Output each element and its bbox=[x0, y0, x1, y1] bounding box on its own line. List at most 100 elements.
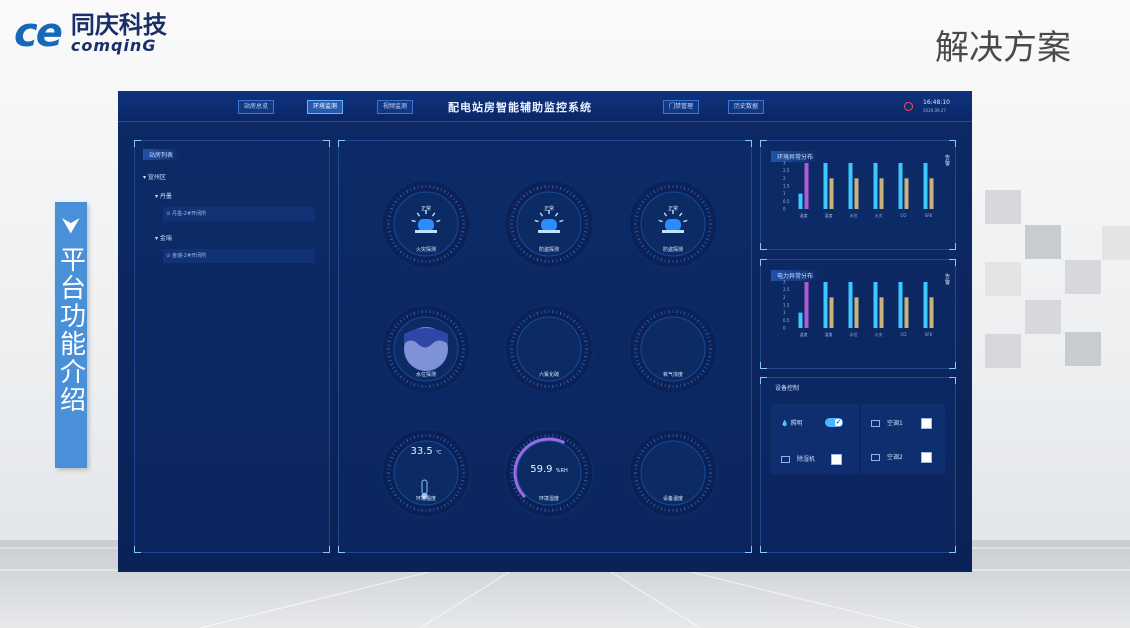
gauge-value: 59.9 %RH bbox=[504, 464, 594, 475]
gauge-value-number: 33.5 bbox=[410, 446, 436, 457]
env-bar-chart: 0 0.5 1 1.5 2 2.5 3 温度 湿度 水位 火灾 CO SF6 bbox=[783, 161, 934, 218]
down-arrow-icon: ⮟ bbox=[61, 214, 81, 239]
air-conditioner-icon bbox=[871, 454, 880, 461]
bar bbox=[879, 178, 884, 209]
bar bbox=[854, 297, 859, 328]
x-tick-label: 湿度 bbox=[825, 331, 833, 337]
alarm-siren-icon bbox=[541, 219, 557, 231]
gauge-label: 火灾探测 bbox=[415, 247, 436, 253]
x-tick-label: 湿度 bbox=[825, 212, 833, 218]
x-tick-label: SF6 bbox=[925, 332, 933, 337]
power-icon[interactable] bbox=[904, 102, 913, 111]
tree-leaf-label: 金瑞-2#开闭所 bbox=[171, 253, 207, 259]
nav-tab-video[interactable]: 视频监测 bbox=[377, 100, 414, 114]
tree-group-label: 金瑞 bbox=[159, 235, 172, 242]
y-tick-label: 3 bbox=[783, 280, 786, 285]
x-tick-label: SF6 bbox=[925, 213, 933, 218]
lighting-control: 💧 照明 bbox=[781, 418, 802, 427]
gauge-label: 防盗探测 bbox=[538, 247, 559, 253]
env-chart-panel: 环境异常分布 告警 0 0.5 1 1.5 2 2.5 3 温度 湿度 水位 火灾 CO SF6 bbox=[760, 140, 956, 250]
gauge-status: 正常 bbox=[543, 206, 554, 212]
gauge-label: 水位探测 bbox=[415, 372, 436, 378]
bar bbox=[829, 178, 834, 209]
side-label-text: 平台功能介绍 bbox=[55, 246, 86, 414]
air-conditioner-icon bbox=[871, 420, 880, 427]
ac1-label: 空调1 bbox=[887, 420, 903, 427]
tree-leaf[interactable]: ⊙ 丹墨-2#开闭所 bbox=[163, 207, 315, 221]
gauge-value-unit: %RH bbox=[555, 468, 568, 474]
logo-text: 同庆科技 comqinG bbox=[71, 12, 167, 54]
bar bbox=[904, 178, 909, 209]
ac2-checkbox[interactable] bbox=[921, 452, 932, 463]
gauge: 六氟化硫 bbox=[504, 304, 594, 394]
y-tick-label: 2.5 bbox=[783, 287, 790, 292]
nav-tab-overview[interactable]: 站房总览 bbox=[238, 100, 275, 114]
alarm-siren-icon bbox=[418, 219, 434, 231]
bar bbox=[923, 163, 928, 209]
bar bbox=[798, 193, 803, 209]
top-nav: 站房总览 环境监测 视频监测 配电站房智能辅助监控系统 门禁管理 历史数据 16… bbox=[118, 91, 972, 122]
tree-group-label: 丹墨 bbox=[159, 193, 172, 200]
station-list-panel: 站房列表 ▾ 宣州区 ▾ 丹墨 ⊙ 丹墨-2#开闭所 ▾ 金瑞 ⊙ 金瑞-2#开… bbox=[134, 140, 330, 553]
lighting-label: 照明 bbox=[790, 420, 803, 427]
gauge-value: 33.5 ℃ bbox=[381, 446, 471, 457]
tree-group[interactable]: ▾ 丹墨 bbox=[155, 191, 172, 200]
dehumidifier-label: 除湿机 bbox=[797, 456, 816, 463]
dehumidifier-checkbox[interactable] bbox=[831, 454, 842, 465]
power-chart-panel: 电力异常分布 告警 0 0.5 1 1.5 2 2.5 3 温度 湿度 水位 火灾 CO SF6 bbox=[760, 259, 956, 369]
ac1-checkbox[interactable] bbox=[921, 418, 932, 429]
y-tick-label: 2.5 bbox=[783, 168, 790, 173]
company-logo: ce 同庆科技 comqinG bbox=[14, 12, 167, 54]
gauge-label: 设备温度 bbox=[662, 496, 683, 502]
gauge: 设备温度 bbox=[628, 428, 718, 518]
y-tick-label: 1.5 bbox=[783, 303, 790, 308]
gauge-value-number: 59.9 bbox=[530, 464, 556, 475]
gauge-status: 正常 bbox=[420, 206, 431, 212]
app-title: 配电站房智能辅助监控系统 bbox=[448, 101, 592, 114]
gauge-dial bbox=[381, 428, 471, 518]
y-tick-label: 2 bbox=[783, 295, 786, 300]
gauge-label: 环境温度 bbox=[415, 496, 436, 502]
gauge-label: 氧气浓度 bbox=[662, 372, 683, 378]
check-icon: ✓ bbox=[835, 418, 842, 426]
device-control-panel: 设备控制 💧 照明 ✓ 空调1 除湿机 空调2 bbox=[760, 377, 956, 553]
station-list-title: 站房列表 bbox=[143, 149, 180, 160]
bar bbox=[798, 312, 803, 328]
x-tick-label: 火灾 bbox=[875, 212, 883, 218]
gauge-dial bbox=[504, 179, 594, 269]
nav-tab-environment[interactable]: 环境监测 bbox=[307, 100, 344, 114]
tree-leaf-label: 丹墨-2#开闭所 bbox=[171, 211, 207, 217]
y-tick-label: 3 bbox=[783, 161, 786, 166]
bar bbox=[848, 282, 853, 328]
gauge-dial bbox=[628, 304, 718, 394]
logo-english: comqinG bbox=[70, 36, 157, 55]
x-tick-label: 火灾 bbox=[875, 331, 883, 337]
bar bbox=[804, 282, 809, 328]
bar bbox=[873, 282, 878, 328]
bar bbox=[904, 297, 909, 328]
tree-region[interactable]: ▾ 宣州区 bbox=[143, 172, 166, 181]
gauge: 59.9 %RH 环境湿度 bbox=[504, 428, 594, 518]
gauge: 33.5 ℃ 环境温度 bbox=[381, 428, 471, 518]
bar bbox=[854, 178, 859, 209]
lighting-toggle[interactable]: ✓ bbox=[825, 418, 843, 427]
side-label: ⮟ 平台功能介绍 bbox=[55, 202, 87, 468]
gauge-status: 正常 bbox=[667, 206, 678, 212]
nav-tab-history[interactable]: 历史数据 bbox=[728, 100, 765, 114]
y-tick-label: 1.5 bbox=[783, 184, 790, 189]
monitor-panel: 正常 火灾探测 正常 防盗探测 正常 防盗探测 水位探测 六氟化硫 氧气浓度 33.5 ℃ 环境温度… bbox=[338, 140, 752, 553]
bar bbox=[898, 163, 903, 209]
bar bbox=[929, 297, 934, 328]
slide-title: 解决方案 bbox=[935, 28, 1071, 68]
bar bbox=[873, 163, 878, 209]
y-tick-label: 1 bbox=[783, 191, 786, 196]
nav-tab-access[interactable]: 门禁管理 bbox=[663, 100, 700, 114]
tree-leaf[interactable]: ⊙ 金瑞-2#开闭所 bbox=[163, 249, 315, 263]
x-tick-label: 水位 bbox=[850, 331, 858, 337]
y-tick-label: 0 bbox=[783, 326, 786, 331]
tree-group[interactable]: ▾ 金瑞 bbox=[155, 233, 172, 242]
bar bbox=[823, 282, 828, 328]
x-tick-label: CO bbox=[901, 213, 907, 218]
power-bar-chart: 0 0.5 1 1.5 2 2.5 3 温度 湿度 水位 火灾 CO SF6 bbox=[783, 280, 934, 337]
x-tick-label: CO bbox=[901, 332, 907, 337]
